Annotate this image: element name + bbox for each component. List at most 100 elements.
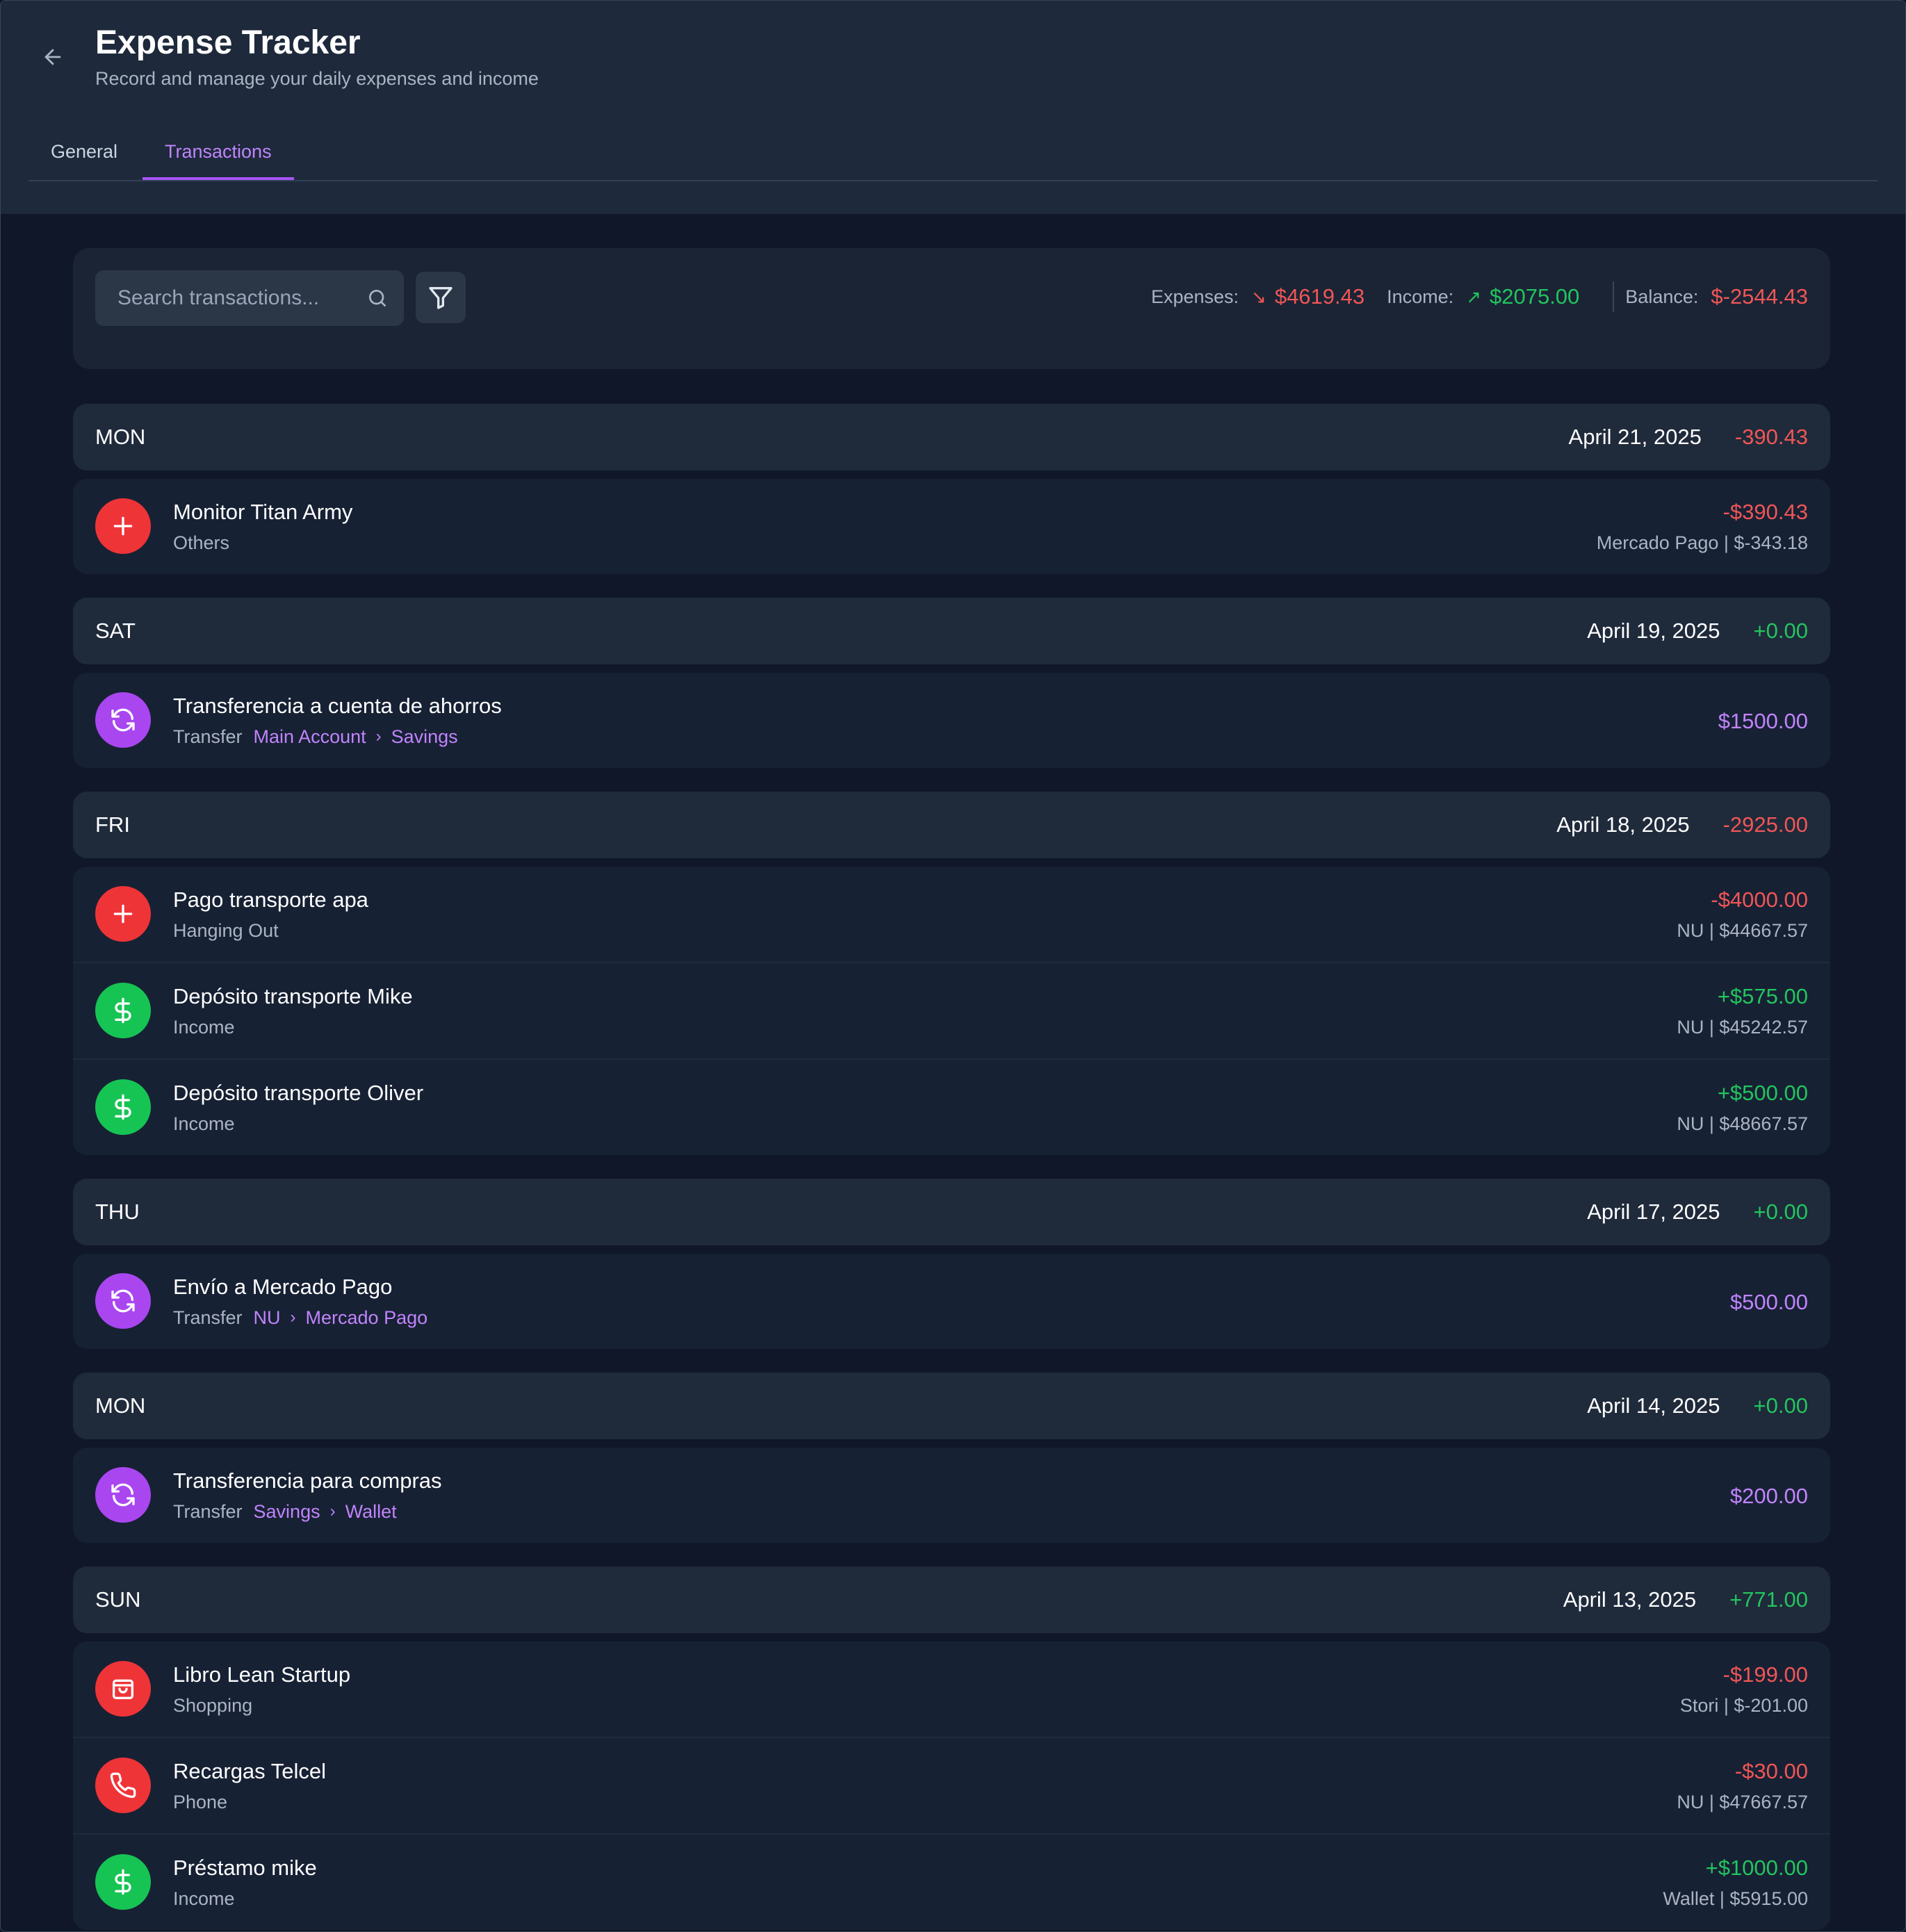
category-label: Income (173, 1017, 235, 1038)
shopping-bag-icon (113, 1679, 133, 1699)
tab-general[interactable]: General (51, 130, 117, 179)
transaction-list: Monitor Titan Army Others -$390.43 Mercado … (73, 479, 1830, 574)
transaction-icon-badge (95, 1854, 151, 1910)
transaction-amount: -$390.43 (1722, 500, 1808, 524)
transaction-amount: $200.00 (1729, 1484, 1808, 1508)
transfer-from-account: Main Account (253, 726, 366, 747)
transaction-row[interactable]: Depósito transporte Oliver Income +$500.00… (73, 1060, 1830, 1155)
refresh-icon (111, 1483, 135, 1507)
balance-label: Balance: (1625, 286, 1699, 307)
transaction-category: Others (173, 530, 229, 555)
dollar-icon (115, 1094, 131, 1120)
transaction-amount: $500.00 (1729, 1290, 1808, 1314)
day-date: April 17, 2025 (1587, 1200, 1720, 1224)
category-label: Shopping (173, 1695, 253, 1716)
tab-transactions[interactable]: Transactions (142, 130, 294, 180)
transaction-category: Shopping (173, 1693, 252, 1718)
day-header: SUN April 13, 2025 +771.00 (73, 1566, 1830, 1633)
transfer-to-account: Wallet (345, 1501, 397, 1522)
page-subtitle: Record and manage your daily expenses an… (95, 68, 539, 89)
transfer-from-account: NU (253, 1307, 281, 1328)
day-date: April 14, 2025 (1587, 1393, 1720, 1418)
transaction-row[interactable]: Recargas Telcel Phone -$30.00 NU | $47667.5… (73, 1738, 1830, 1835)
transaction-category: Transfer Main Account › Savings (173, 724, 458, 749)
transaction-row[interactable]: Depósito transporte Mike Income +$575.00 NU… (73, 963, 1830, 1060)
transaction-amount: +$500.00 (1717, 1081, 1808, 1105)
search-input[interactable] (95, 286, 355, 311)
category-label: Phone (173, 1792, 228, 1812)
transaction-name: Préstamo mike (173, 1856, 317, 1880)
transaction-row[interactable]: Libro Lean Startup Shopping -$199.00 Stori … (73, 1642, 1830, 1738)
filter-button[interactable] (416, 272, 466, 323)
transaction-type: Transfer (173, 726, 243, 747)
transaction-list: Transferencia para compras Transfer Saving… (73, 1448, 1830, 1543)
chevron-right-icon: › (329, 1502, 336, 1521)
day-date: April 21, 2025 (1568, 425, 1702, 449)
day-summary: April 14, 2025 +0.00 (1587, 1393, 1808, 1418)
day-name: THU (95, 1200, 140, 1224)
transaction-category: Income (173, 1015, 235, 1040)
page-header: Expense Tracker Record and manage your d… (1, 1, 1905, 214)
day-name: MON (95, 425, 146, 449)
search-icon[interactable] (366, 287, 389, 309)
transaction-amount: +$575.00 (1717, 984, 1808, 1008)
expenses-value: $4619.43 (1274, 284, 1365, 309)
summary-totals: Expenses: ↘ $4619.43 Income: ↗ $2075.00 … (1151, 281, 1808, 312)
account-balance: Mercado Pago | $-343.18 (1596, 532, 1808, 553)
transaction-row[interactable]: Pago transporte apa Hanging Out -$4000.00 N… (73, 867, 1830, 963)
page-title: Expense Tracker (95, 24, 361, 61)
day-total: +0.00 (1753, 1393, 1808, 1418)
day-date: April 13, 2025 (1563, 1587, 1697, 1612)
day-total: +0.00 (1753, 1200, 1808, 1224)
balance-value: $-2544.43 (1711, 284, 1808, 309)
transaction-icon-badge (95, 1758, 151, 1813)
day-summary: April 19, 2025 +0.00 (1587, 619, 1808, 644)
transaction-row[interactable]: Transferencia para compras Transfer Saving… (73, 1448, 1830, 1543)
chevron-right-icon: › (375, 727, 382, 746)
account-balance: Wallet | $5915.00 (1663, 1888, 1808, 1909)
income-label: Income: (1387, 286, 1454, 307)
transaction-row[interactable]: Préstamo mike Income +$1000.00 Wallet | $59… (73, 1835, 1830, 1930)
day-name: MON (95, 1393, 146, 1418)
transaction-amount: -$4000.00 (1711, 887, 1808, 912)
phone-icon (110, 1772, 136, 1799)
transaction-icon-badge (95, 1661, 151, 1717)
transaction-amount: -$199.00 (1722, 1662, 1808, 1687)
toolbar-card: Expenses: ↘ $4619.43 Income: ↗ $2075.00 … (73, 248, 1830, 369)
transaction-list: Transferencia a cuenta de ahorros Transfe… (73, 673, 1830, 768)
transaction-category: Phone (173, 1790, 227, 1815)
account-balance: NU | $48667.57 (1677, 1113, 1808, 1134)
day-name: SUN (95, 1587, 141, 1612)
arrow-left-icon (44, 49, 61, 65)
transaction-list: Libro Lean Startup Shopping -$199.00 Stori … (73, 1642, 1830, 1930)
transaction-row[interactable]: Monitor Titan Army Others -$390.43 Mercado … (73, 479, 1830, 574)
transaction-type: Transfer (173, 1501, 243, 1522)
day-header: MON April 21, 2025 -390.43 (73, 404, 1830, 470)
summary-divider (1613, 281, 1615, 312)
refresh-icon (111, 1289, 135, 1313)
day-name: SAT (95, 619, 136, 643)
search-box (95, 270, 404, 326)
transaction-category: Hanging Out (173, 918, 279, 943)
transaction-icon-badge (95, 886, 151, 942)
arrow-up-right-icon: ↗ (1466, 286, 1481, 307)
scrollbar[interactable] (1898, 418, 1903, 1926)
transaction-list: Pago transporte apa Hanging Out -$4000.00 N… (73, 867, 1830, 1155)
back-button[interactable] (38, 42, 67, 72)
transaction-row[interactable]: Envío a Mercado Pago Transfer NU › Mercado P… (73, 1254, 1830, 1349)
day-header: FRI April 18, 2025 -2925.00 (73, 792, 1830, 858)
category-label: Income (173, 1888, 235, 1909)
account-balance: NU | $47667.57 (1677, 1792, 1808, 1812)
day-header: SAT April 19, 2025 +0.00 (73, 598, 1830, 664)
day-total: -2925.00 (1722, 812, 1808, 837)
day-summary: April 18, 2025 -2925.00 (1556, 812, 1808, 837)
day-total: +771.00 (1729, 1587, 1808, 1612)
transaction-amount: -$30.00 (1734, 1759, 1808, 1783)
transaction-name: Transferencia a cuenta de ahorros (173, 694, 502, 718)
transaction-icon-badge (95, 1079, 151, 1135)
transaction-name: Monitor Titan Army (173, 500, 353, 524)
day-name: FRI (95, 812, 130, 837)
plus-icon (113, 516, 133, 536)
transaction-row[interactable]: Transferencia a cuenta de ahorros Transfe… (73, 673, 1830, 768)
transaction-list: Envío a Mercado Pago Transfer NU › Mercado P… (73, 1254, 1830, 1349)
